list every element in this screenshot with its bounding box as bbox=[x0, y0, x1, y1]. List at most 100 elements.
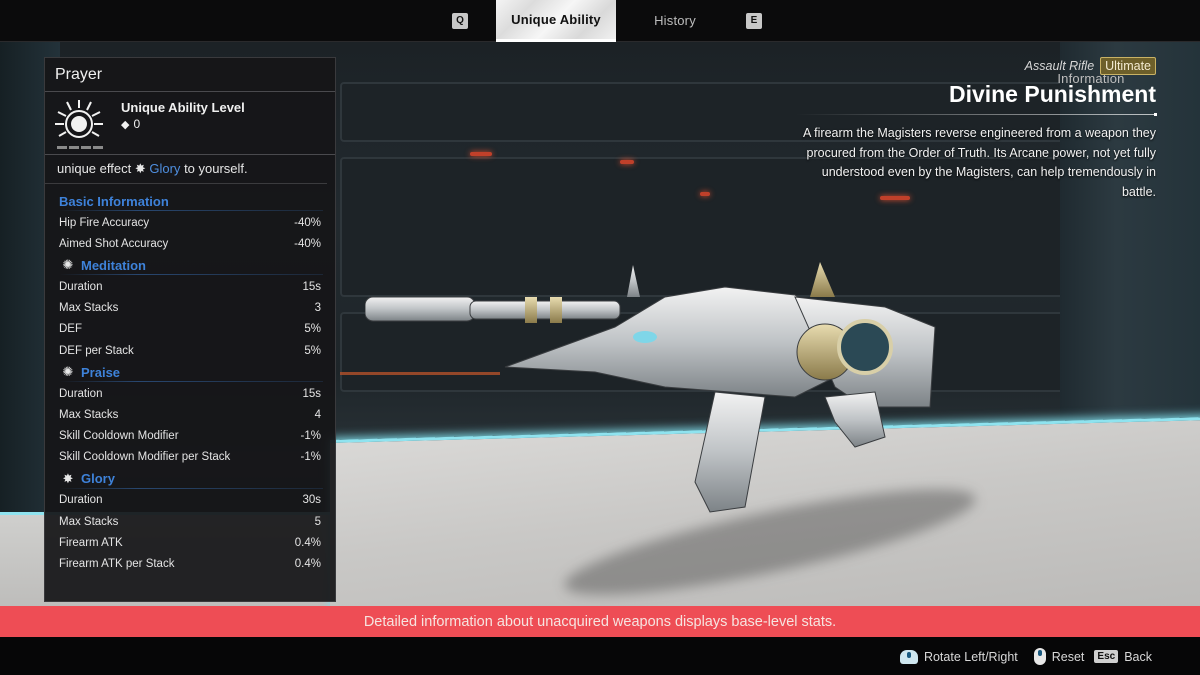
ability-level-number: 0 bbox=[133, 117, 141, 131]
hint-back[interactable]: Esc Back bbox=[1094, 650, 1152, 664]
ability-level-value: ◆ 0 bbox=[121, 117, 245, 131]
wall-light bbox=[470, 152, 492, 156]
title-divider bbox=[796, 113, 1157, 116]
next-tab-key[interactable]: E bbox=[746, 12, 762, 29]
effect-suffix: to yourself. bbox=[184, 161, 248, 176]
stat-label: Duration bbox=[59, 387, 103, 400]
stat-row: Skill Cooldown Modifier per Stack -1% bbox=[59, 447, 323, 468]
hint-label: Reset bbox=[1051, 649, 1085, 664]
stat-label: Skill Cooldown Modifier bbox=[59, 430, 179, 443]
weapon-muzzle bbox=[365, 296, 476, 322]
stat-value: -40% bbox=[294, 216, 321, 229]
stat-value: -1% bbox=[300, 451, 321, 464]
stat-value: 3 bbox=[314, 302, 321, 315]
stat-label: Duration bbox=[59, 494, 103, 507]
weapon-magazine bbox=[694, 391, 766, 513]
hint-label: Rotate Left/Right bbox=[923, 649, 1018, 664]
weapon-type: Assault Rifle bbox=[1024, 59, 1095, 73]
effect-description: unique effect ✸ Glory to yourself. bbox=[45, 155, 327, 184]
stat-label: Firearm ATK bbox=[59, 536, 123, 549]
stat-value: 5% bbox=[304, 323, 321, 336]
tab-history[interactable]: History bbox=[616, 0, 734, 42]
stat-label: Skill Cooldown Modifier per Stack bbox=[59, 451, 231, 464]
tab-unique-ability[interactable]: Unique Ability bbox=[496, 0, 616, 42]
stat-value: 4 bbox=[314, 408, 321, 421]
stat-row: Duration 15s bbox=[59, 383, 323, 404]
stat-row: DEF per Stack 5% bbox=[59, 340, 323, 361]
top-tab-bar: Q Information Unique Ability History E bbox=[0, 0, 1200, 86]
weapon-barrel bbox=[469, 300, 621, 320]
unique-ability-panel: Prayer Unique Ability Level ◆ 0 unique e… bbox=[44, 57, 336, 602]
section-title: Basic Information bbox=[59, 193, 169, 209]
section-title: Meditation bbox=[81, 257, 146, 273]
weapon-grip bbox=[824, 391, 886, 448]
weapon-info: Assault Rifle Ultimate Divine Punishment… bbox=[796, 57, 1157, 202]
stat-label: DEF bbox=[59, 323, 82, 336]
meditation-icon: ✺ bbox=[62, 257, 74, 273]
stat-value: 5 bbox=[314, 515, 321, 528]
stat-label: Hip Fire Accuracy bbox=[59, 216, 150, 229]
stat-label: Max Stacks bbox=[59, 302, 119, 315]
ability-level-label: Unique Ability Level bbox=[121, 100, 245, 115]
stat-label: Duration bbox=[59, 280, 103, 293]
stat-row: Duration 15s bbox=[59, 276, 323, 297]
prayer-ability-icon bbox=[53, 96, 109, 154]
weapon-gem bbox=[633, 331, 657, 343]
stats-list: Basic Information Hip Fire Accuracy -40% … bbox=[45, 184, 335, 575]
glory-inline-icon: ✸ bbox=[134, 161, 146, 176]
effect-keyword: Glory bbox=[149, 161, 181, 176]
stat-value: -40% bbox=[294, 237, 321, 250]
weapon-barrel-ring bbox=[525, 297, 537, 323]
stat-row: Skill Cooldown Modifier -1% bbox=[59, 426, 323, 447]
panel-title: Prayer bbox=[45, 58, 335, 92]
glory-icon: ✸ bbox=[62, 470, 74, 486]
stat-value: 30s bbox=[302, 494, 321, 507]
wall-light bbox=[620, 160, 634, 164]
stat-row: Aimed Shot Accuracy -40% bbox=[59, 233, 323, 254]
wall-light bbox=[700, 192, 710, 196]
weapon-barrel-ring bbox=[550, 297, 562, 323]
stat-row: Max Stacks 3 bbox=[59, 298, 323, 319]
hint-rotate[interactable]: Rotate Left/Right bbox=[899, 649, 1018, 664]
section-title: Glory bbox=[81, 471, 115, 487]
effect-prefix: unique effect bbox=[57, 161, 132, 176]
stat-value: 15s bbox=[302, 280, 321, 293]
section-title: Praise bbox=[81, 364, 121, 380]
section-meditation: ✺ Meditation bbox=[59, 254, 323, 276]
stat-row: Max Stacks 5 bbox=[59, 511, 323, 532]
section-glory: ✸ Glory bbox=[59, 468, 323, 490]
mouse-drag-icon bbox=[899, 649, 918, 664]
hint-label: Back bbox=[1124, 649, 1152, 664]
stat-value: 0.4% bbox=[294, 558, 321, 571]
rarity-badge: Ultimate bbox=[1100, 57, 1156, 75]
stat-value: 0.4% bbox=[294, 536, 321, 549]
stat-value: -1% bbox=[300, 430, 321, 443]
stat-label: Firearm ATK per Stack bbox=[59, 558, 175, 571]
stat-value: 5% bbox=[304, 344, 321, 357]
section-basic-information: Basic Information bbox=[59, 190, 323, 212]
weapon-name: Divine Punishment bbox=[948, 81, 1156, 107]
weapon-description: A firearm the Magisters reverse engineer… bbox=[803, 126, 1156, 199]
weapon-medallion bbox=[837, 319, 893, 375]
control-hints: Rotate Left/Right Reset Esc Back bbox=[890, 648, 1152, 665]
tab-list: Q Information Unique Ability History E bbox=[438, 0, 1124, 86]
bottom-hint-bar: Rotate Left/Right Reset Esc Back bbox=[0, 637, 1200, 675]
section-praise: ✺ Praise bbox=[59, 361, 323, 383]
praise-icon: ✺ bbox=[62, 364, 74, 380]
esc-key-icon: Esc bbox=[1094, 650, 1119, 663]
stat-label: Max Stacks bbox=[59, 408, 119, 421]
mouse-icon bbox=[1033, 648, 1046, 665]
stat-row: DEF 5% bbox=[59, 319, 323, 340]
weapon-model[interactable] bbox=[365, 257, 945, 527]
stat-label: Aimed Shot Accuracy bbox=[59, 237, 169, 250]
stat-row: Max Stacks 4 bbox=[59, 404, 323, 425]
stat-row: Firearm ATK 0.4% bbox=[59, 532, 323, 553]
notice-text: Detailed information about unacquired we… bbox=[363, 613, 837, 630]
stat-row: Firearm ATK per Stack 0.4% bbox=[59, 553, 323, 574]
level-diamond-icon: ◆ bbox=[121, 118, 130, 131]
prev-tab-key[interactable]: Q bbox=[452, 12, 468, 29]
ability-level-header: Unique Ability Level ◆ 0 bbox=[45, 92, 335, 155]
stat-label: Max Stacks bbox=[59, 515, 119, 528]
hint-reset[interactable]: Reset bbox=[1033, 648, 1085, 665]
weapon-crest bbox=[810, 262, 835, 297]
